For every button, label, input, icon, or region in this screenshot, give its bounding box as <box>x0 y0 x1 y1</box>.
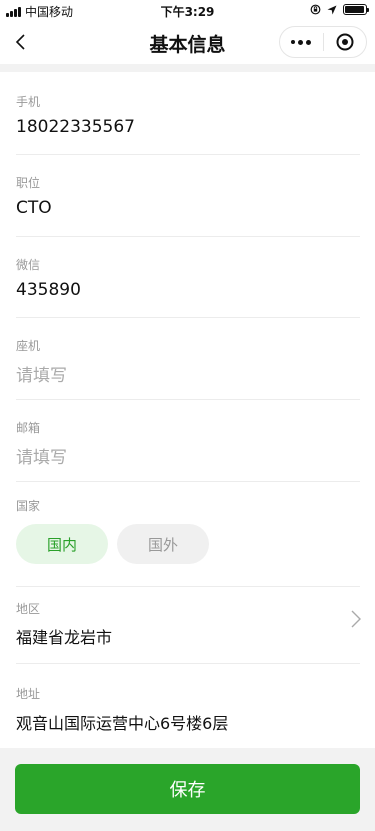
chevron-right-icon[interactable] <box>349 609 363 629</box>
save-footer: 保存 <box>0 748 375 831</box>
wechat-label: 微信 <box>16 258 41 272</box>
position-label: 职位 <box>16 176 41 190</box>
more-button[interactable] <box>280 27 323 57</box>
wechat-value[interactable]: 435890 <box>16 280 81 300</box>
address-value[interactable]: 观音山国际运营中心6号楼6层 <box>16 710 228 734</box>
close-button[interactable] <box>323 27 366 57</box>
status-left: 中国移动 <box>6 3 73 20</box>
field-divider <box>16 586 360 587</box>
field-divider <box>16 317 360 318</box>
field-divider <box>16 236 360 237</box>
capsule-close-icon <box>336 33 354 51</box>
region-value[interactable]: 福建省龙岩市 <box>16 624 112 648</box>
position-value[interactable]: CTO <box>16 198 52 218</box>
phone-label: 手机 <box>16 95 41 109</box>
landline-input[interactable]: 请填写 <box>16 361 67 386</box>
phone-value[interactable]: 18022335567 <box>16 117 135 137</box>
rotation-lock-icon <box>310 4 321 15</box>
location-arrow-icon <box>327 5 337 14</box>
field-divider <box>16 481 360 482</box>
basic-info-form: 手机 18022335567 职位 CTO 微信 435890 座机 请填写 邮… <box>0 72 375 748</box>
back-button[interactable] <box>10 30 34 54</box>
region-label: 地区 <box>16 602 41 616</box>
battery-icon <box>343 4 369 15</box>
more-dots-icon <box>291 39 312 45</box>
field-divider <box>16 154 360 155</box>
chevron-left-icon <box>15 34 25 50</box>
landline-label: 座机 <box>16 339 41 353</box>
status-bar: 中国移动 下午3:29 <box>0 0 375 22</box>
email-label: 邮箱 <box>16 421 41 435</box>
country-label: 国家 <box>16 499 41 513</box>
battery-fill <box>345 6 364 13</box>
nav-bar: 基本信息 <box>0 22 375 64</box>
email-input[interactable]: 请填写 <box>16 443 67 468</box>
carrier-label: 中国移动 <box>25 5 74 19</box>
signal-icon <box>6 6 21 17</box>
field-divider <box>16 399 360 400</box>
address-label: 地址 <box>16 687 41 701</box>
save-button[interactable]: 保存 <box>15 764 360 814</box>
status-right <box>310 4 369 15</box>
field-divider <box>16 663 360 664</box>
country-option-domestic[interactable]: 国内 <box>16 524 108 564</box>
mini-program-capsule <box>279 26 367 58</box>
country-option-overseas[interactable]: 国外 <box>117 524 209 564</box>
